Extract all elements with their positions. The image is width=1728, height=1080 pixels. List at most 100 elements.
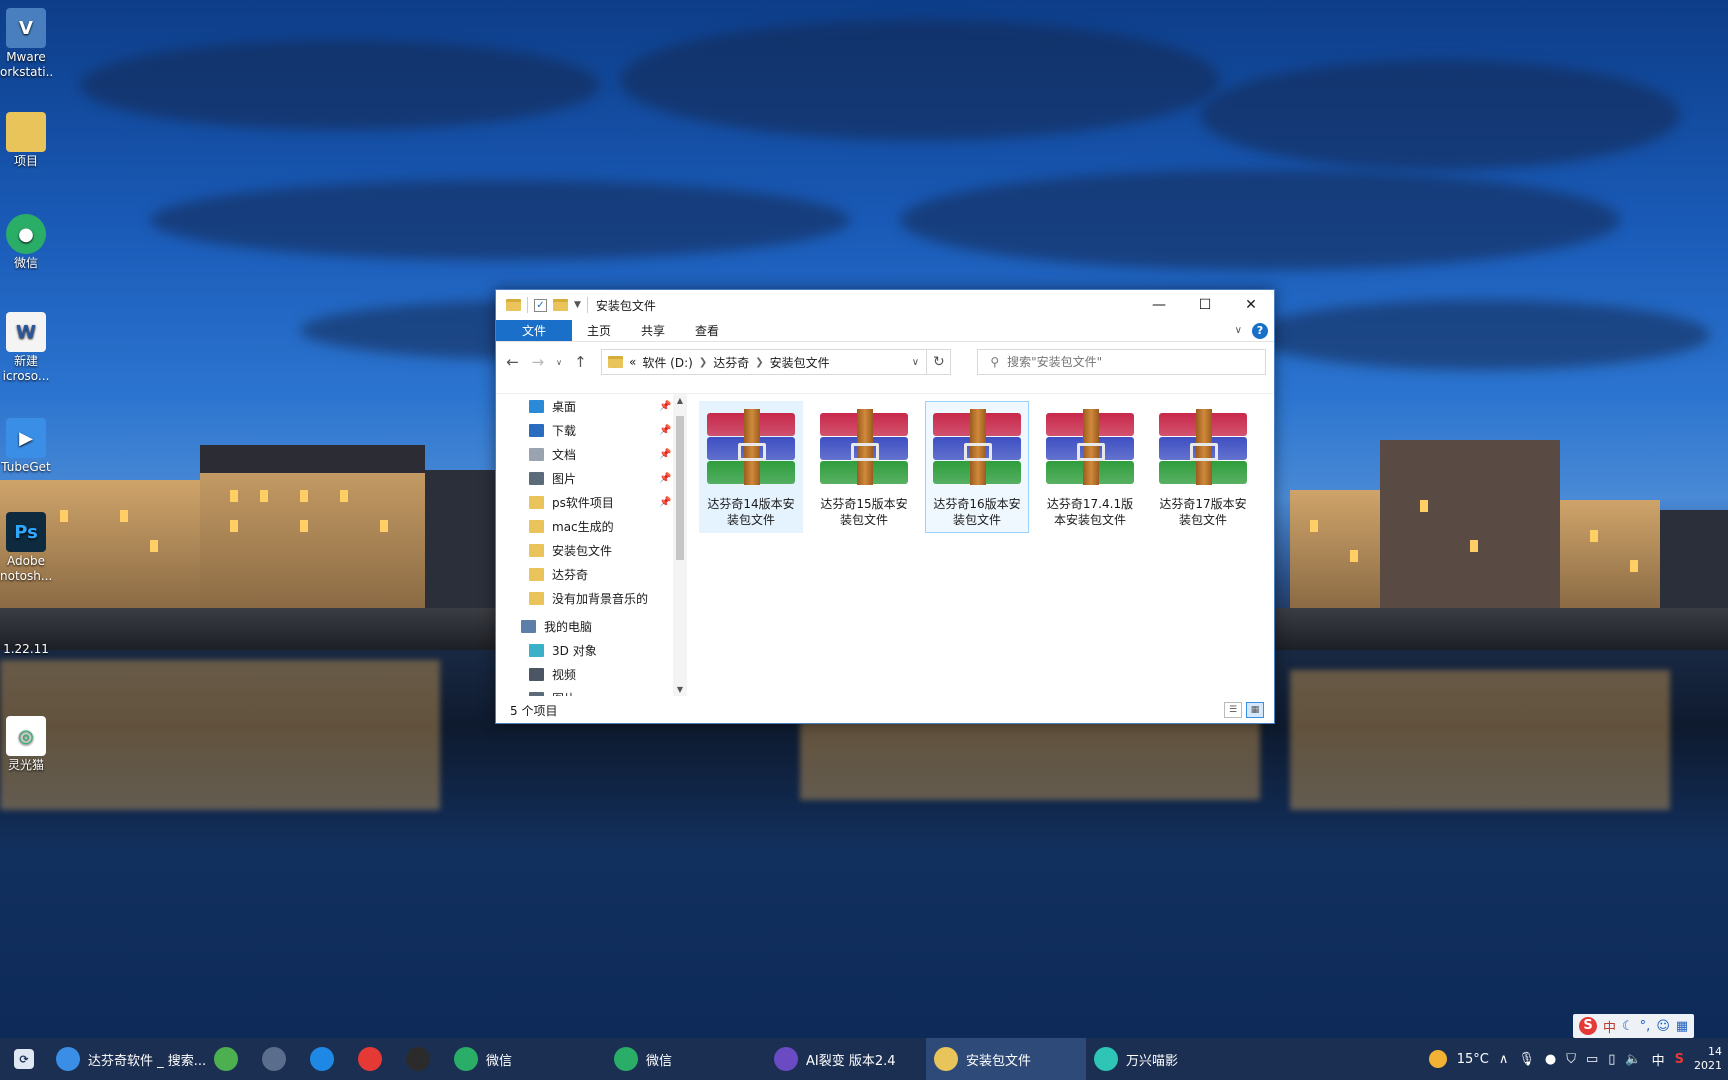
pin-icon[interactable]: 📌 <box>659 497 671 508</box>
desktop-icon-file[interactable]: 1.22.11 <box>0 642 52 657</box>
toolbox-icon[interactable]: ▦ <box>1676 1019 1688 1034</box>
folder-icon <box>506 299 521 311</box>
help-icon[interactable]: ? <box>1252 322 1268 339</box>
sidebar-item[interactable]: 文档 📌 <box>496 442 689 466</box>
large-icons-view-button[interactable]: ▦ <box>1246 702 1264 718</box>
sidebar-item[interactable]: 达芬奇 <box>496 562 689 586</box>
clock[interactable]: 14 2021 <box>1694 1045 1722 1073</box>
tab-share[interactable]: 共享 <box>626 320 680 341</box>
file-item[interactable]: 达芬奇15版本安 装包文件 <box>812 401 916 533</box>
pin-icon[interactable]: 📌 <box>659 401 671 412</box>
back-arrow-icon[interactable]: ← <box>504 353 521 371</box>
taskbar-app[interactable] <box>302 1038 350 1080</box>
sidebar-item[interactable]: 下载 📌 <box>496 418 689 442</box>
shield-icon[interactable]: ⛉ <box>1566 1052 1576 1067</box>
search-input[interactable] <box>1007 355 1258 369</box>
desktop-icon-tubeget[interactable]: ▶ TubeGet <box>0 418 52 475</box>
desktop-icon-word-doc[interactable]: W 新建 icroso... <box>0 312 52 384</box>
chevron-right-icon[interactable]: ❯ <box>699 357 707 368</box>
sidebar-item[interactable]: 没有加背景音乐的 <box>496 586 689 610</box>
chevron-down-icon[interactable]: ▼ <box>574 300 581 310</box>
breadcrumb-davinci[interactable]: 达芬奇 <box>713 354 749 371</box>
scrollbar-thumb[interactable] <box>676 416 684 560</box>
sidebar-item[interactable]: 安装包文件 <box>496 538 689 562</box>
sidebar-item[interactable]: mac生成的 <box>496 514 689 538</box>
taskbar-app[interactable]: 安装包文件 <box>926 1038 1086 1080</box>
details-view-button[interactable]: ☰ <box>1224 702 1242 718</box>
scroll-down-icon[interactable]: ▼ <box>673 685 687 694</box>
sidebar-item[interactable]: 图片 📌 <box>496 466 689 490</box>
weather-temp[interactable]: 15°C <box>1457 1052 1489 1067</box>
library-icon <box>529 643 544 657</box>
desktop-icon-photoshop[interactable]: Ps Adobe notosh... <box>0 512 52 584</box>
taskbar-app[interactable] <box>254 1038 302 1080</box>
battery-icon[interactable]: ▯ <box>1608 1052 1615 1067</box>
emoji-icon[interactable]: ☺ <box>1656 1019 1670 1034</box>
volume-icon[interactable]: 🔈 <box>1625 1052 1641 1067</box>
properties-icon[interactable]: ✓ <box>534 298 547 312</box>
sidebar-item[interactable]: 视频 <box>496 662 689 686</box>
desktop-icon-project-folder[interactable]: 项目 <box>0 112 52 169</box>
up-arrow-icon[interactable]: ↑ <box>572 353 589 371</box>
tab-home[interactable]: 主页 <box>572 320 626 341</box>
tab-view[interactable]: 查看 <box>680 320 734 341</box>
file-item[interactable]: 达芬奇17.4.1版 本安装包文件 <box>1038 401 1142 533</box>
desktop-icon-vmware[interactable]: V Mware orkstati... <box>0 8 52 80</box>
navigation-scrollbar[interactable]: ▲ ▼ <box>673 394 687 696</box>
ime-indicator[interactable]: 中 <box>1652 1050 1665 1069</box>
desktop-icon-wechat[interactable]: ● 微信 <box>0 214 52 271</box>
minimize-button[interactable]: — <box>1136 290 1182 320</box>
sidebar-item-this-pc[interactable]: 我的电脑 <box>496 614 689 638</box>
start-button[interactable]: ⟳ <box>0 1038 48 1080</box>
punctuation-icon[interactable]: °, <box>1640 1019 1651 1034</box>
pin-icon[interactable]: 📌 <box>659 425 671 436</box>
network-icon[interactable]: ▭ <box>1586 1052 1598 1067</box>
moon-icon[interactable]: ☾ <box>1622 1019 1634 1034</box>
file-item[interactable]: 达芬奇16版本安 装包文件 <box>925 401 1029 533</box>
close-button[interactable]: ✕ <box>1228 290 1274 320</box>
taskbar-app[interactable]: 达芬奇软件 _ 搜索... <box>48 1038 206 1080</box>
desktop-icon-app[interactable]: ◎ 灵光猫 <box>0 716 52 773</box>
microphone-icon[interactable]: 🎙 <box>1518 1052 1535 1067</box>
sidebar-item[interactable]: 3D 对象 <box>496 638 689 662</box>
ime-toolbar[interactable]: S 中 ☾ °, ☺ ▦ <box>1573 1014 1695 1038</box>
taskbar-app[interactable] <box>206 1038 254 1080</box>
address-overflow[interactable]: « <box>629 355 636 369</box>
file-item[interactable]: 达芬奇17版本安 装包文件 <box>1151 401 1255 533</box>
forward-arrow-icon[interactable]: → <box>529 353 546 371</box>
search-box[interactable]: ⚲ <box>977 349 1266 375</box>
tab-file[interactable]: 文件 <box>496 320 573 341</box>
maximize-button[interactable]: ☐ <box>1182 290 1228 320</box>
chevron-up-icon[interactable]: ∧ <box>1499 1052 1509 1067</box>
taskbar-app[interactable]: 万兴喵影 <box>1086 1038 1246 1080</box>
recent-locations-chevron-icon[interactable]: ∨ <box>554 358 564 367</box>
taskbar-app[interactable] <box>398 1038 446 1080</box>
chevron-right-icon[interactable]: ❯ <box>755 357 763 368</box>
taskbar-app[interactable]: AI裂变 版本2.4 <box>766 1038 926 1080</box>
breadcrumb-current[interactable]: 安装包文件 <box>770 354 830 371</box>
winrar-archive-icon <box>705 409 797 485</box>
pin-icon[interactable]: 📌 <box>659 449 671 460</box>
app-icon <box>406 1047 430 1071</box>
sidebar-item[interactable]: 桌面 📌 <box>496 394 689 418</box>
refresh-button[interactable]: ↻ <box>926 349 952 375</box>
pin-icon[interactable]: 📌 <box>659 473 671 484</box>
folder-icon <box>529 399 544 413</box>
address-bar[interactable]: « 软件 (D:) ❯ 达芬奇 ❯ 安装包文件 ∨ <box>601 349 928 375</box>
user-icon[interactable]: ● <box>1545 1052 1556 1067</box>
ribbon-expand-chevron-icon[interactable]: ∨ <box>1235 325 1242 336</box>
file-item[interactable]: 达芬奇14版本安 装包文件 <box>699 401 803 533</box>
scroll-up-icon[interactable]: ▲ <box>673 396 687 405</box>
title-bar[interactable]: ✓ ▼ 安装包文件 — ☐ ✕ <box>496 290 1274 320</box>
breadcrumb-drive[interactable]: 软件 (D:) <box>642 354 692 371</box>
new-folder-icon[interactable] <box>553 299 568 311</box>
taskbar-app[interactable] <box>350 1038 398 1080</box>
weather-sun-icon[interactable] <box>1428 1050 1447 1068</box>
address-dropdown-icon[interactable]: ∨ <box>904 357 926 368</box>
sogou-tray-icon[interactable]: S <box>1675 1052 1684 1067</box>
sidebar-item[interactable]: ps软件项目 📌 <box>496 490 689 514</box>
taskbar-app[interactable]: 微信 <box>606 1038 766 1080</box>
sidebar-item[interactable]: 图片 <box>496 686 689 696</box>
taskbar-app[interactable]: 微信 <box>446 1038 606 1080</box>
ime-language[interactable]: 中 <box>1603 1017 1616 1036</box>
